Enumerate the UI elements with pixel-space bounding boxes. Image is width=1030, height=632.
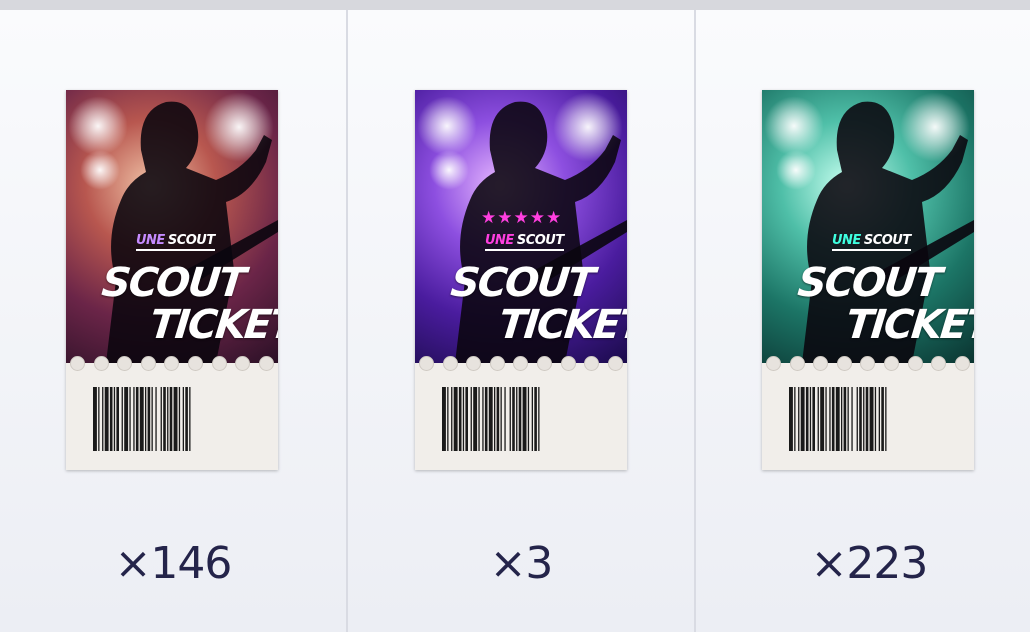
ticket-slot-3[interactable]: UNE SCOUT SCOUT TICKET ×223 [696,10,1030,632]
ticket-inventory-row: UNE SCOUT SCOUT TICKET ×146 ★★★★★ UNE SC… [0,10,1030,632]
ticket-slot-2[interactable]: ★★★★★ UNE SCOUT SCOUT TICKET ×3 [348,10,696,632]
logo-word: SCOUT [863,233,911,248]
ticket-title-line1: SCOUT [448,260,596,306]
ticket-artwork: UNE SCOUT SCOUT TICKET [762,90,974,363]
scout-ticket-card[interactable]: ★★★★★ UNE SCOUT SCOUT TICKET [415,90,627,470]
logo-brand: UNE [832,233,861,248]
scout-ticket-card[interactable]: UNE SCOUT SCOUT TICKET [762,90,974,470]
rarity-stars: ★★★★★ [481,208,563,228]
barcode [789,387,887,451]
ticket-count: ×3 [489,538,554,589]
ticket-slot-1[interactable]: UNE SCOUT SCOUT TICKET ×146 [0,10,348,632]
ticket-artwork: UNE SCOUT SCOUT TICKET [66,90,278,363]
ticket-title-line1: SCOUT [99,260,247,306]
logo-word: SCOUT [167,233,215,248]
barcode [442,387,540,451]
barcode [93,387,191,451]
top-divider-bar [0,0,1030,10]
perforation-dots [762,353,974,373]
event-logo: UNE SCOUT [832,233,911,251]
ticket-title-line2: TICKET [843,302,974,348]
ticket-title-line1: SCOUT [795,260,943,306]
ticket-title-line2: TICKET [496,302,627,348]
ticket-artwork: ★★★★★ UNE SCOUT SCOUT TICKET [415,90,627,363]
ticket-title-line2: TICKET [147,302,278,348]
ticket-count: ×223 [810,538,929,589]
event-logo: UNE SCOUT [485,233,564,251]
perforation-dots [66,353,278,373]
logo-brand: UNE [136,233,165,248]
logo-word: SCOUT [516,233,564,248]
scout-ticket-card[interactable]: UNE SCOUT SCOUT TICKET [66,90,278,470]
event-logo: UNE SCOUT [136,233,215,251]
perforation-dots [415,353,627,373]
logo-brand: UNE [485,233,514,248]
ticket-count: ×146 [114,538,233,589]
